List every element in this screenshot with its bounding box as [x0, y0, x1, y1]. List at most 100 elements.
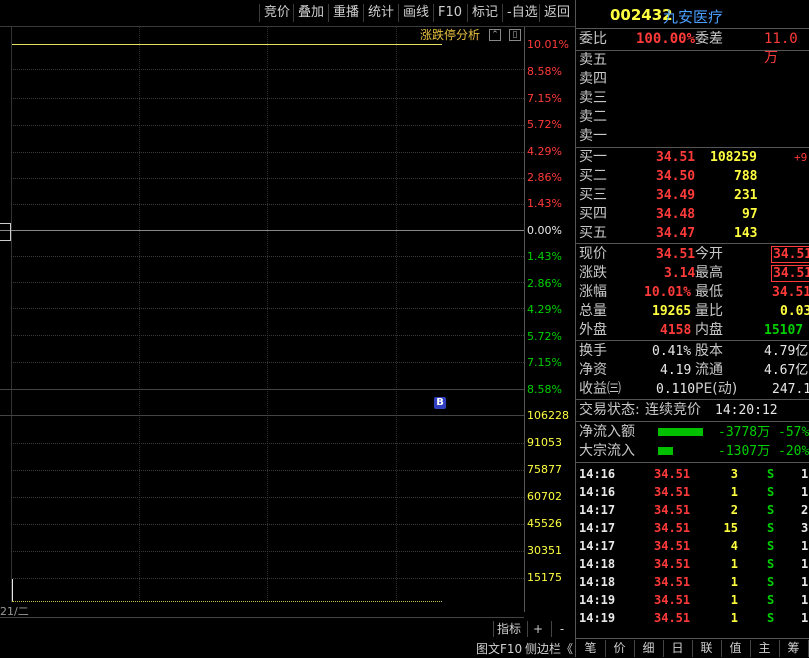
- overlay-button[interactable]: 叠加: [293, 4, 328, 22]
- watchlist-button[interactable]: -自选: [502, 4, 542, 22]
- status-value: 连续竞价: [645, 402, 701, 418]
- divider: [576, 399, 809, 400]
- buy-level-5[interactable]: 买五 34.47 143: [576, 224, 809, 243]
- divider: [576, 243, 809, 244]
- quote-label: 净资: [579, 362, 607, 378]
- quote-row-turnover: 换手 0.41% 股本 4.79亿: [576, 342, 809, 361]
- indicator-button[interactable]: 指标: [493, 621, 529, 637]
- float-shares: 4.67亿: [764, 363, 809, 378]
- quote-label: 涨跌: [579, 265, 607, 281]
- chart-footer: 图文F10 侧边栏《: [0, 638, 575, 657]
- buy-level-4[interactable]: 买四 34.48 97: [576, 205, 809, 224]
- tab-linked[interactable]: 联: [692, 640, 722, 657]
- limit-analysis-label[interactable]: 涨跌停分析: [420, 27, 480, 43]
- quote-row-outer: 外盘 4158 内盘 15107: [576, 321, 809, 340]
- weibi-label: 委比: [579, 31, 607, 47]
- buy-marker-icon[interactable]: B: [434, 397, 446, 409]
- volume-label: 91053: [527, 436, 562, 449]
- quote-label: 外盘: [579, 322, 607, 338]
- intraday-chart[interactable]: 涨跌停分析 ⌃ ▯ B 10.01% 8.58% 7.15% 5.72% 4.2…: [0, 27, 575, 637]
- buy-price: 34.50: [656, 169, 696, 184]
- pct-change: 10.01%: [644, 285, 691, 300]
- pct-label: 7.15%: [527, 92, 562, 105]
- flow-label: 大宗流入: [579, 443, 635, 459]
- tick-volume: 2: [730, 503, 738, 517]
- tick-price: 34.51: [654, 575, 691, 589]
- divider: [576, 462, 809, 463]
- tick-price: 34.51: [654, 539, 691, 553]
- tab-ticks[interactable]: 笔: [576, 640, 606, 657]
- tick-side: S: [767, 485, 775, 499]
- buy-label: 买一: [579, 149, 607, 165]
- pct-label: 1.43%: [527, 250, 562, 263]
- tick-count: 1: [801, 539, 809, 553]
- sidebar-toggle-button[interactable]: 侧边栏《: [525, 640, 573, 657]
- quote-row-price: 现价 34.51 今开 34.51: [576, 245, 809, 264]
- grid-line: [11, 497, 524, 498]
- panel-tabs: 笔 价 细 日 联 值 主 筹: [576, 638, 809, 658]
- f10-text-button[interactable]: 图文F10: [476, 640, 522, 657]
- buy-volume: 231: [734, 188, 758, 203]
- share-capital: 4.79亿: [764, 344, 809, 359]
- tick-side: S: [767, 611, 775, 625]
- grid-line: [11, 152, 524, 153]
- flow-value: -3778万: [718, 425, 771, 440]
- flow-pct: -20%: [778, 444, 809, 459]
- tab-value[interactable]: 值: [721, 640, 751, 657]
- tab-daily[interactable]: 日: [663, 640, 693, 657]
- buy-level-3[interactable]: 买三 34.49 231: [576, 186, 809, 205]
- sell-label: 卖一: [579, 128, 607, 144]
- window-icon[interactable]: ▯: [509, 29, 521, 41]
- quote-row-eps: 收益㈢ 0.110 PE(动) 247.1: [576, 380, 809, 399]
- volume-ratio: 0.03: [780, 304, 809, 319]
- tick-side: S: [767, 539, 775, 553]
- price-change: 3.14: [664, 266, 696, 281]
- grid-line: [139, 27, 140, 602]
- tick-time: 14:18: [579, 575, 616, 589]
- buy-label: 买三: [579, 187, 607, 203]
- tick-count: 1: [801, 485, 809, 499]
- tab-detail[interactable]: 细: [634, 640, 664, 657]
- price-cursor: [0, 223, 11, 241]
- outer-volume: 4158: [660, 323, 692, 338]
- tick-row: 14:16 34.51 1 S 1: [576, 483, 809, 501]
- sell-level-3: 卖三: [576, 89, 809, 108]
- tab-main[interactable]: 主: [750, 640, 780, 657]
- tab-chips[interactable]: 筹: [779, 640, 809, 657]
- zero-line: [0, 230, 524, 231]
- tab-price[interactable]: 价: [605, 640, 635, 657]
- pct-label: 2.86%: [527, 171, 562, 184]
- price-line: [12, 44, 442, 45]
- pct-label: 4.29%: [527, 145, 562, 158]
- zoom-out-button[interactable]: -: [551, 621, 572, 637]
- back-button[interactable]: 返回: [539, 4, 574, 22]
- open-price: 34.51: [771, 246, 809, 263]
- buy-level-2[interactable]: 买二 34.50 788: [576, 167, 809, 186]
- f10-button[interactable]: F10: [433, 4, 466, 22]
- quote-label: 换手: [579, 343, 607, 359]
- tick-price: 34.51: [654, 485, 691, 499]
- mark-button[interactable]: 标记: [467, 4, 502, 22]
- buy-level-1[interactable]: 买一 34.51 108259 +9: [576, 148, 809, 167]
- sell-level-4: 卖四: [576, 70, 809, 89]
- auction-button[interactable]: 竞价: [259, 4, 294, 22]
- grid-line: [11, 335, 524, 336]
- draw-line-button[interactable]: 画线: [398, 4, 433, 22]
- collapse-icon[interactable]: ⌃: [489, 29, 501, 41]
- tick-price: 34.51: [654, 557, 691, 571]
- statistics-button[interactable]: 统计: [363, 4, 398, 22]
- zoom-in-button[interactable]: +: [527, 621, 548, 637]
- replay-button[interactable]: 重播: [328, 4, 363, 22]
- low-price: 34.51: [772, 285, 809, 300]
- grid-line: [11, 578, 524, 579]
- volume-baseline: [12, 601, 442, 603]
- flow-bar: [658, 428, 703, 436]
- tick-row: 14:19 34.51 1 S 1: [576, 591, 809, 609]
- quote-row-pct: 涨幅 10.01% 最低 34.51: [576, 283, 809, 302]
- quote-label: 现价: [579, 246, 607, 262]
- status-time: 14:20:12: [715, 403, 778, 418]
- buy-price: 34.49: [656, 188, 696, 203]
- tick-price: 34.51: [654, 611, 691, 625]
- tick-row: 14:19 34.51 1 S 1: [576, 609, 809, 627]
- tick-count: 3: [801, 521, 809, 535]
